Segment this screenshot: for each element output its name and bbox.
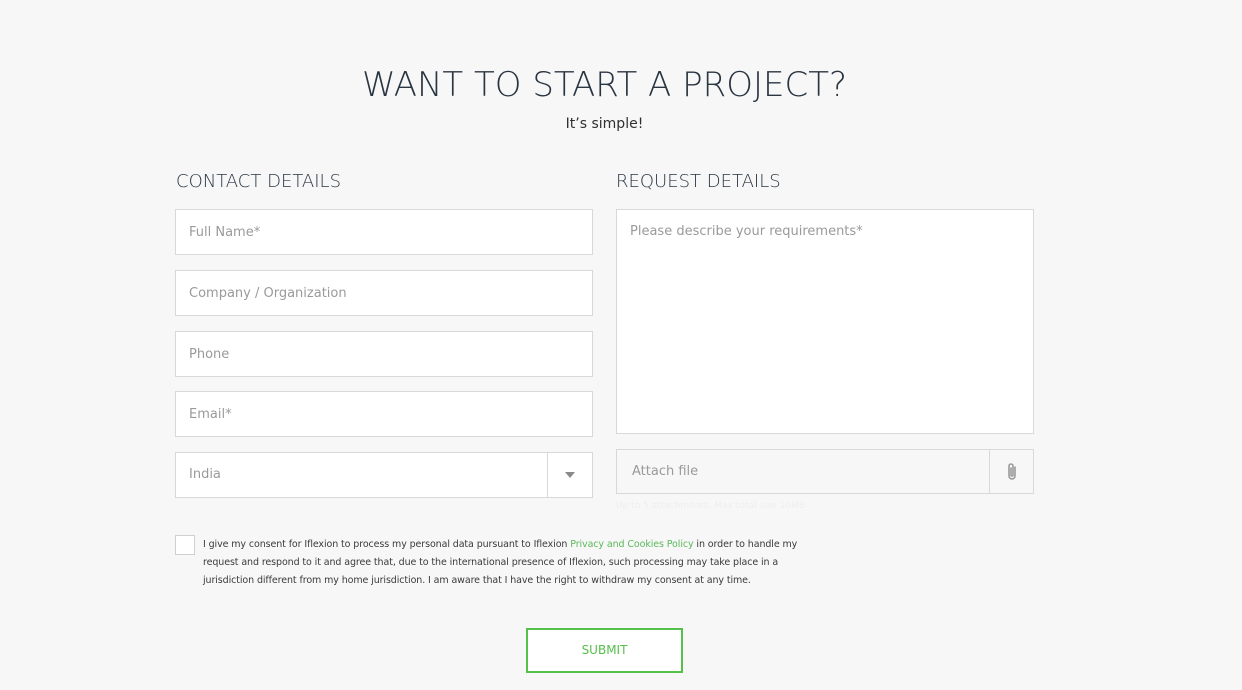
requirements-field (616, 209, 1034, 434)
full-name-input[interactable] (176, 210, 592, 254)
page-title: WANT TO START A PROJECT? (361, 65, 848, 105)
country-select-value: India (189, 467, 221, 482)
requirements-textarea[interactable] (617, 210, 1033, 433)
attach-file-label: Attach file (632, 464, 699, 479)
chevron-down-icon[interactable] (547, 453, 592, 497)
submit-button[interactable]: SUBMIT (526, 628, 683, 673)
consent-text: I give my consent for Iflexion to proces… (203, 536, 798, 590)
consent-checkbox[interactable] (175, 535, 195, 555)
full-name-field (175, 209, 593, 255)
phone-input[interactable] (176, 332, 592, 376)
phone-field (175, 331, 593, 377)
paperclip-icon (1007, 462, 1016, 480)
email-field (175, 391, 593, 437)
contact-details-title: CONTACT DETAILS (176, 171, 341, 192)
attach-button[interactable] (989, 450, 1033, 493)
email-input[interactable] (176, 392, 592, 436)
attach-hint: Up to 5 attachments. Max total size 10MB (616, 501, 805, 511)
page-subtitle: It’s simple! (565, 116, 644, 132)
privacy-policy-link[interactable]: Privacy and Cookies Policy (570, 539, 693, 550)
company-input[interactable] (176, 271, 592, 315)
consent-text-start: I give my consent for Iflexion to proces… (203, 539, 571, 550)
company-field (175, 270, 593, 316)
country-select[interactable]: India (175, 452, 593, 498)
attach-file-field[interactable]: Attach file (616, 449, 1034, 494)
request-details-title: REQUEST DETAILS (616, 171, 781, 192)
